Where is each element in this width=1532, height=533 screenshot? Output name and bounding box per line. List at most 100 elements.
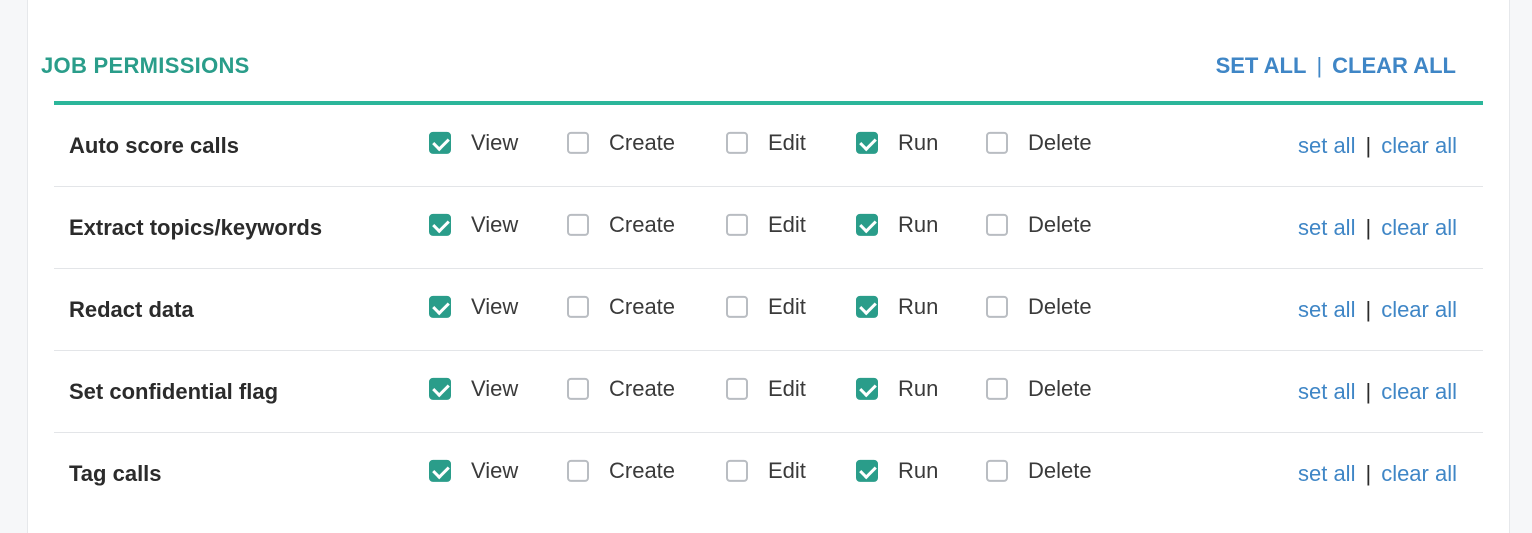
row-actions: set all | clear all — [1298, 297, 1457, 323]
row-separator: | — [1365, 378, 1372, 404]
header-actions: SET ALL | CLEAR ALL — [1216, 53, 1456, 79]
checkbox-icon — [567, 295, 589, 318]
row-separator: | — [1365, 296, 1372, 322]
permission-rows: Auto score calls View Create Edit Run De… — [54, 105, 1483, 515]
checkbox-icon — [856, 131, 878, 154]
section-header: JOB PERMISSIONS SET ALL | CLEAR ALL — [27, 30, 1456, 102]
checkbox-label: Create — [609, 211, 676, 237]
checkbox-label: Edit — [768, 457, 806, 483]
row-set-all-link[interactable]: set all — [1298, 379, 1355, 405]
checkbox-view[interactable]: View — [429, 375, 518, 401]
row-clear-all-link[interactable]: clear all — [1381, 297, 1457, 323]
checkbox-icon — [429, 295, 451, 318]
checkbox-label: Run — [898, 375, 939, 401]
checkbox-label: Edit — [768, 375, 806, 401]
checkbox-icon — [726, 295, 748, 318]
checkbox-delete[interactable]: Delete — [986, 375, 1092, 401]
checkbox-icon — [726, 377, 748, 400]
checkbox-label: Edit — [768, 129, 806, 155]
checkbox-create[interactable]: Create — [567, 458, 675, 484]
row-actions: set all | clear all — [1298, 215, 1457, 241]
checkbox-label: Create — [609, 129, 676, 155]
checkbox-edit[interactable]: Edit — [726, 211, 806, 237]
checkbox-label: Delete — [1028, 293, 1092, 319]
row-label: Set confidential flag — [69, 378, 279, 404]
checkbox-label: Create — [609, 375, 676, 401]
checkbox-label: Delete — [1028, 375, 1092, 401]
checkbox-icon — [429, 131, 451, 154]
row-separator: | — [1365, 461, 1372, 486]
row-actions: set all | clear all — [1298, 133, 1457, 159]
checkbox-edit[interactable]: Edit — [726, 293, 806, 319]
checkbox-icon — [986, 459, 1008, 482]
clear-all-button[interactable]: CLEAR ALL — [1332, 53, 1456, 79]
checkbox-icon — [567, 213, 589, 236]
checkbox-icon — [986, 377, 1008, 400]
checkbox-label: Run — [898, 457, 939, 483]
checkbox-label: Edit — [768, 211, 806, 237]
permission-row: Redact data View Create Edit Run Delete … — [54, 269, 1483, 351]
permission-row: Tag calls View Create Edit Run Delete se… — [54, 433, 1483, 515]
checkbox-icon — [726, 131, 748, 154]
row-separator: | — [1365, 132, 1372, 158]
set-all-button[interactable]: SET ALL — [1216, 53, 1307, 79]
checkbox-edit[interactable]: Edit — [726, 375, 806, 401]
permission-row: Set confidential flag View Create Edit R… — [54, 351, 1483, 433]
checkbox-label: Edit — [768, 293, 806, 319]
checkbox-label: View — [471, 129, 519, 155]
checkbox-label: Delete — [1028, 211, 1092, 237]
checkbox-view[interactable]: View — [429, 293, 518, 319]
checkbox-delete[interactable]: Delete — [986, 458, 1092, 484]
checkbox-icon — [986, 295, 1008, 318]
checkbox-run[interactable]: Run — [856, 211, 938, 237]
checkbox-edit[interactable]: Edit — [726, 129, 806, 155]
checkbox-icon — [856, 295, 878, 318]
checkbox-create[interactable]: Create — [567, 293, 675, 319]
checkbox-run[interactable]: Run — [856, 293, 938, 319]
checkbox-label: View — [471, 375, 519, 401]
row-clear-all-link[interactable]: clear all — [1381, 215, 1457, 241]
row-label: Auto score calls — [69, 132, 239, 158]
checkbox-run[interactable]: Run — [856, 458, 938, 484]
checkbox-run[interactable]: Run — [856, 129, 938, 155]
header-separator: | — [1316, 53, 1323, 78]
checkbox-view[interactable]: View — [429, 211, 518, 237]
checkbox-run[interactable]: Run — [856, 375, 938, 401]
checkbox-create[interactable]: Create — [567, 211, 675, 237]
permission-row: Extract topics/keywords View Create Edit… — [54, 187, 1483, 269]
checkbox-label: Run — [898, 129, 939, 155]
checkbox-icon — [856, 377, 878, 400]
checkbox-label: Create — [609, 457, 676, 483]
checkbox-delete[interactable]: Delete — [986, 129, 1092, 155]
checkbox-icon — [726, 213, 748, 236]
checkbox-delete[interactable]: Delete — [986, 211, 1092, 237]
checkbox-create[interactable]: Create — [567, 129, 675, 155]
checkbox-delete[interactable]: Delete — [986, 293, 1092, 319]
checkbox-create[interactable]: Create — [567, 375, 675, 401]
checkbox-label: Delete — [1028, 457, 1092, 483]
row-clear-all-link[interactable]: clear all — [1381, 379, 1457, 405]
checkbox-icon — [856, 213, 878, 236]
row-set-all-link[interactable]: set all — [1298, 461, 1355, 487]
row-clear-all-link[interactable]: clear all — [1381, 133, 1457, 159]
permission-row: Auto score calls View Create Edit Run De… — [54, 105, 1483, 187]
checkbox-view[interactable]: View — [429, 458, 518, 484]
checkbox-icon — [567, 459, 589, 482]
row-set-all-link[interactable]: set all — [1298, 297, 1355, 323]
row-clear-all-link[interactable]: clear all — [1381, 461, 1457, 487]
checkbox-icon — [567, 377, 589, 400]
row-actions: set all | clear all — [1298, 379, 1457, 405]
row-label: Tag calls — [69, 461, 162, 486]
checkbox-icon — [726, 459, 748, 482]
checkbox-edit[interactable]: Edit — [726, 458, 806, 484]
checkbox-label: View — [471, 211, 519, 237]
checkbox-icon — [429, 377, 451, 400]
row-set-all-link[interactable]: set all — [1298, 133, 1355, 159]
row-label: Extract topics/keywords — [69, 214, 323, 240]
checkbox-label: Run — [898, 211, 939, 237]
checkbox-view[interactable]: View — [429, 129, 518, 155]
row-set-all-link[interactable]: set all — [1298, 215, 1355, 241]
checkbox-label: Run — [898, 293, 939, 319]
checkbox-icon — [567, 131, 589, 154]
checkbox-icon — [856, 459, 878, 482]
